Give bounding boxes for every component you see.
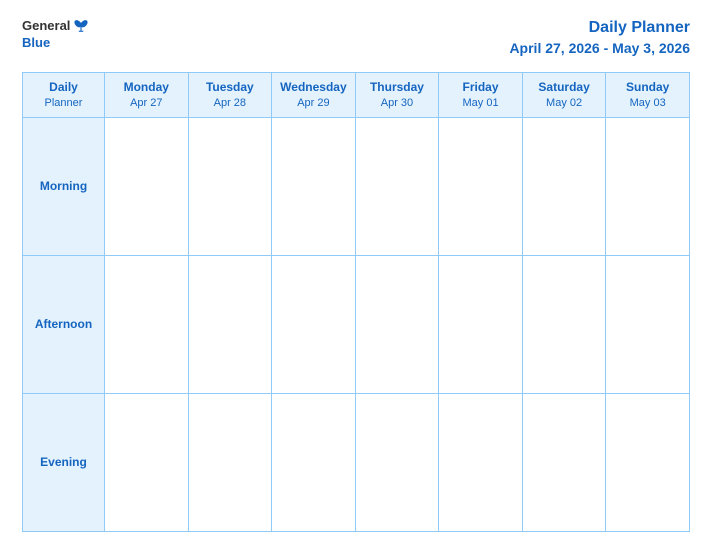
cell-morning-wednesday[interactable] <box>272 117 356 255</box>
cell-evening-monday[interactable] <box>105 393 189 531</box>
cell-evening-sunday[interactable] <box>606 393 690 531</box>
cell-afternoon-monday[interactable] <box>105 255 189 393</box>
col-header-monday: Monday Apr 27 <box>105 72 189 117</box>
cell-afternoon-thursday[interactable] <box>355 255 439 393</box>
planner-table: Daily Planner Monday Apr 27 Tuesday Apr … <box>22 72 690 532</box>
col-header-tuesday: Tuesday Apr 28 <box>188 72 272 117</box>
page: General Blue Daily Planner April 27, 202… <box>0 0 712 550</box>
logo-row: General <box>22 18 90 34</box>
title-area: Daily Planner April 27, 2026 - May 3, 20… <box>509 18 690 58</box>
row-label-morning: Morning <box>23 117 105 255</box>
date-range: April 27, 2026 - May 3, 2026 <box>509 40 690 56</box>
row-label-afternoon: Afternoon <box>23 255 105 393</box>
cell-afternoon-saturday[interactable] <box>522 255 606 393</box>
logo-blue-text: Blue <box>22 34 50 52</box>
cell-evening-wednesday[interactable] <box>272 393 356 531</box>
header-row: Daily Planner Monday Apr 27 Tuesday Apr … <box>23 72 690 117</box>
cell-evening-tuesday[interactable] <box>188 393 272 531</box>
col-header-sunday: Sunday May 03 <box>606 72 690 117</box>
cell-evening-friday[interactable] <box>439 393 523 531</box>
row-afternoon: Afternoon <box>23 255 690 393</box>
cell-morning-monday[interactable] <box>105 117 189 255</box>
row-evening: Evening <box>23 393 690 531</box>
col-header-saturday: Saturday May 02 <box>522 72 606 117</box>
logo-general: General <box>22 18 70 34</box>
cell-morning-friday[interactable] <box>439 117 523 255</box>
row-morning: Morning <box>23 117 690 255</box>
logo-bird-icon <box>72 19 90 33</box>
cell-morning-saturday[interactable] <box>522 117 606 255</box>
col-header-friday: Friday May 01 <box>439 72 523 117</box>
cell-morning-tuesday[interactable] <box>188 117 272 255</box>
row-label-evening: Evening <box>23 393 105 531</box>
col-header-wednesday: Wednesday Apr 29 <box>272 72 356 117</box>
cell-afternoon-wednesday[interactable] <box>272 255 356 393</box>
header: General Blue Daily Planner April 27, 202… <box>22 18 690 58</box>
logo-area: General Blue <box>22 18 90 52</box>
cell-afternoon-sunday[interactable] <box>606 255 690 393</box>
cell-afternoon-tuesday[interactable] <box>188 255 272 393</box>
cell-evening-saturday[interactable] <box>522 393 606 531</box>
col-header-thursday: Thursday Apr 30 <box>355 72 439 117</box>
cell-afternoon-friday[interactable] <box>439 255 523 393</box>
main-title: Daily Planner <box>589 19 690 36</box>
cell-morning-sunday[interactable] <box>606 117 690 255</box>
cell-morning-thursday[interactable] <box>355 117 439 255</box>
col-header-label: Daily Planner <box>23 72 105 117</box>
cell-evening-thursday[interactable] <box>355 393 439 531</box>
